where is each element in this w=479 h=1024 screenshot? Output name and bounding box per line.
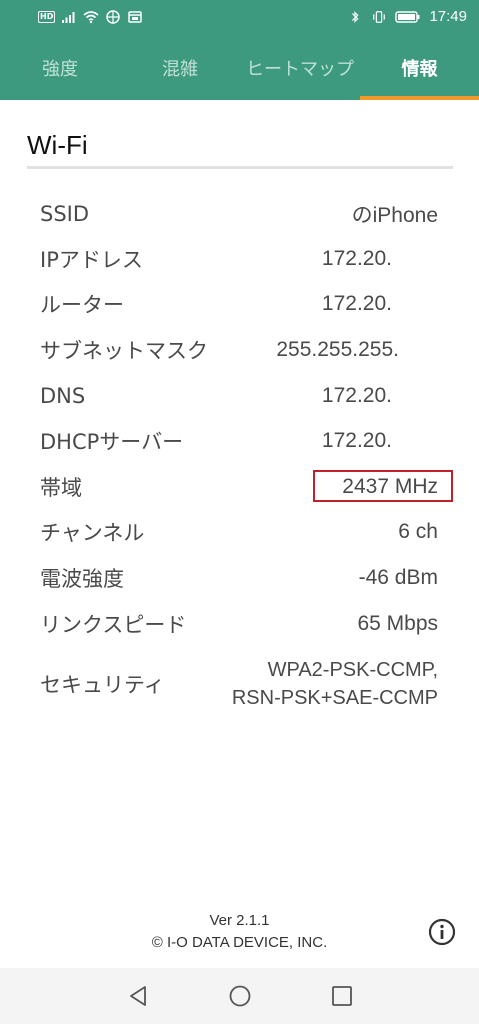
row-value: 65 Mbps (357, 612, 438, 635)
row-subnet-mask: サブネットマスク 255.255.255. (40, 330, 438, 370)
status-icons-left: HD (38, 10, 143, 24)
row-ssid: SSID のiPhone (40, 194, 438, 234)
row-value: 172.20. (321, 384, 392, 407)
row-value: -46 dBm (358, 566, 438, 589)
row-label: DNS (40, 384, 86, 408)
vibrate-icon (373, 10, 386, 23)
row-link-speed: リンクスピード 65 Mbps (40, 604, 438, 644)
footer: Ver 2.1.1 © I-O DATA DEVICE, INC. (0, 910, 479, 954)
row-security: セキュリティ WPA2-PSK-CCMP, RSN-PSK+SAE-CCMP (40, 654, 438, 714)
row-value: WPA2-PSK-CCMP, RSN-PSK+SAE-CCMP (231, 659, 438, 709)
wifi-icon (83, 11, 99, 24)
row-value: 172.20. (321, 292, 392, 315)
row-value: のiPhone (351, 204, 438, 227)
row-value: 6 ch (398, 520, 438, 543)
info-icon[interactable] (428, 918, 456, 946)
tab-indicator (360, 96, 479, 100)
tab-bar: 強度 混雑 ヒートマップ 情報 (0, 36, 479, 100)
recents-icon[interactable] (328, 982, 356, 1010)
row-label: リンクスピード (40, 613, 187, 637)
row-value: 255.255.255. (276, 338, 399, 361)
row-dns: DNS 172.20. (40, 376, 438, 416)
row-value: 172.20. (321, 247, 392, 270)
tab-congestion[interactable]: 混雑 (120, 36, 240, 100)
bluetooth-icon (352, 10, 359, 23)
row-dhcp-server: DHCPサーバー 172.20. (40, 421, 438, 461)
back-icon[interactable] (125, 982, 153, 1010)
status-time: 17:49 (429, 8, 467, 25)
row-label: 帯域 (40, 476, 82, 500)
row-label: チャンネル (40, 521, 145, 545)
row-label: IPアドレス (40, 248, 143, 272)
vpn-icon (106, 10, 121, 24)
hd-badge: HD (38, 11, 56, 23)
row-value: 172.20. (321, 429, 392, 452)
row-label: DHCPサーバー (40, 430, 184, 454)
highlight-box (313, 470, 453, 502)
row-label: SSID (40, 202, 90, 226)
screen: HD 17:49 強度 混雑 ヒートマップ 情報 Wi-Fi SSID のiPh… (0, 0, 479, 1024)
row-label: 電波強度 (40, 567, 124, 591)
signal-icon (62, 12, 75, 23)
row-signal-strength: 電波強度 -46 dBm (40, 558, 438, 598)
notification-icon (128, 11, 143, 23)
row-label: サブネットマスク (40, 339, 208, 363)
navigation-bar (0, 968, 479, 1024)
row-label: セキュリティ (40, 673, 165, 697)
status-icons-right: 17:49 (347, 8, 467, 25)
row-router: ルーター 172.20. (40, 284, 438, 324)
home-icon[interactable] (226, 982, 254, 1010)
tab-strength[interactable]: 強度 (0, 36, 120, 100)
row-ip-address: IPアドレス 172.20. (40, 239, 438, 279)
status-bar: HD 17:49 (0, 0, 479, 36)
section-title: Wi-Fi (27, 130, 88, 160)
section-divider (27, 166, 453, 169)
row-channel: チャンネル 6 ch (40, 512, 438, 552)
version-text: Ver 2.1.1 (209, 912, 270, 929)
copyright-text: © I-O DATA DEVICE, INC. (151, 934, 328, 951)
battery-icon (395, 10, 420, 23)
row-label: ルーター (40, 293, 124, 317)
tab-info[interactable]: 情報 (360, 36, 479, 100)
tab-heatmap[interactable]: ヒートマップ (240, 36, 360, 100)
